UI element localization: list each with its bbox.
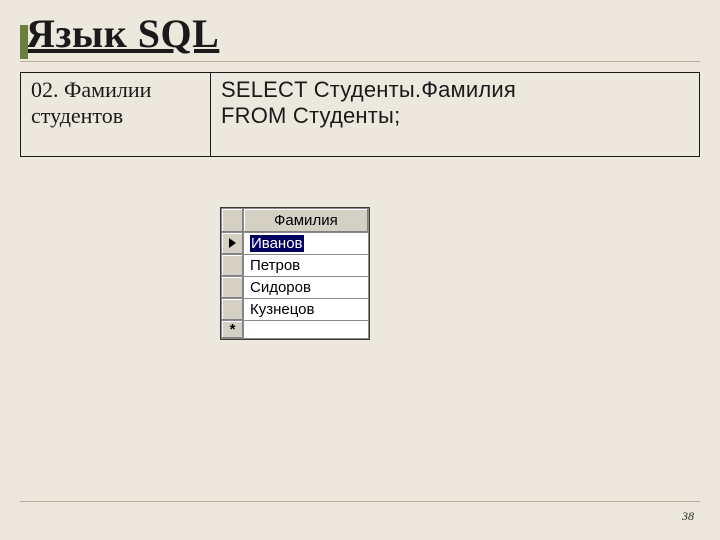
task-description: 02. Фамилии студентов — [21, 73, 211, 156]
current-row-icon — [229, 238, 236, 248]
column-header: Фамилия — [244, 208, 369, 232]
empty-cell — [244, 320, 369, 338]
slide-title: Язык SQL — [26, 10, 700, 57]
new-row-selector: * — [222, 320, 244, 338]
cell: Сидоров — [244, 276, 369, 298]
asterisk-icon: * — [230, 321, 236, 338]
cell: Иванов — [244, 232, 369, 254]
sql-line-1: SELECT Студенты.Фамилия — [221, 77, 689, 103]
cell: Петров — [244, 254, 369, 276]
row-selector — [222, 254, 244, 276]
footer-divider — [20, 501, 700, 502]
cell: Кузнецов — [244, 298, 369, 320]
sql-code: SELECT Студенты.Фамилия FROM Студенты; — [211, 73, 699, 156]
table-new-row: * — [222, 320, 369, 338]
sql-line-2: FROM Студенты; — [221, 103, 689, 129]
slide: Язык SQL 02. Фамилии студентов SELECT Ст… — [20, 10, 700, 532]
table-row: Кузнецов — [222, 298, 369, 320]
title-accent-bar — [20, 25, 28, 59]
table-row: Петров — [222, 254, 369, 276]
selected-cell-text: Иванов — [250, 235, 304, 252]
corner-cell — [222, 208, 244, 232]
title-divider — [20, 61, 700, 62]
result-grid: Фамилия Иванов Петров Сидоров Кузнецов * — [220, 207, 370, 340]
result-table: Фамилия Иванов Петров Сидоров Кузнецов * — [221, 208, 369, 339]
row-selector-current — [222, 232, 244, 254]
table-row: Сидоров — [222, 276, 369, 298]
page-number: 38 — [682, 509, 694, 524]
table-row: Иванов — [222, 232, 369, 254]
example-panel: 02. Фамилии студентов SELECT Студенты.Фа… — [20, 72, 700, 157]
row-selector — [222, 298, 244, 320]
row-selector — [222, 276, 244, 298]
table-header-row: Фамилия — [222, 208, 369, 232]
